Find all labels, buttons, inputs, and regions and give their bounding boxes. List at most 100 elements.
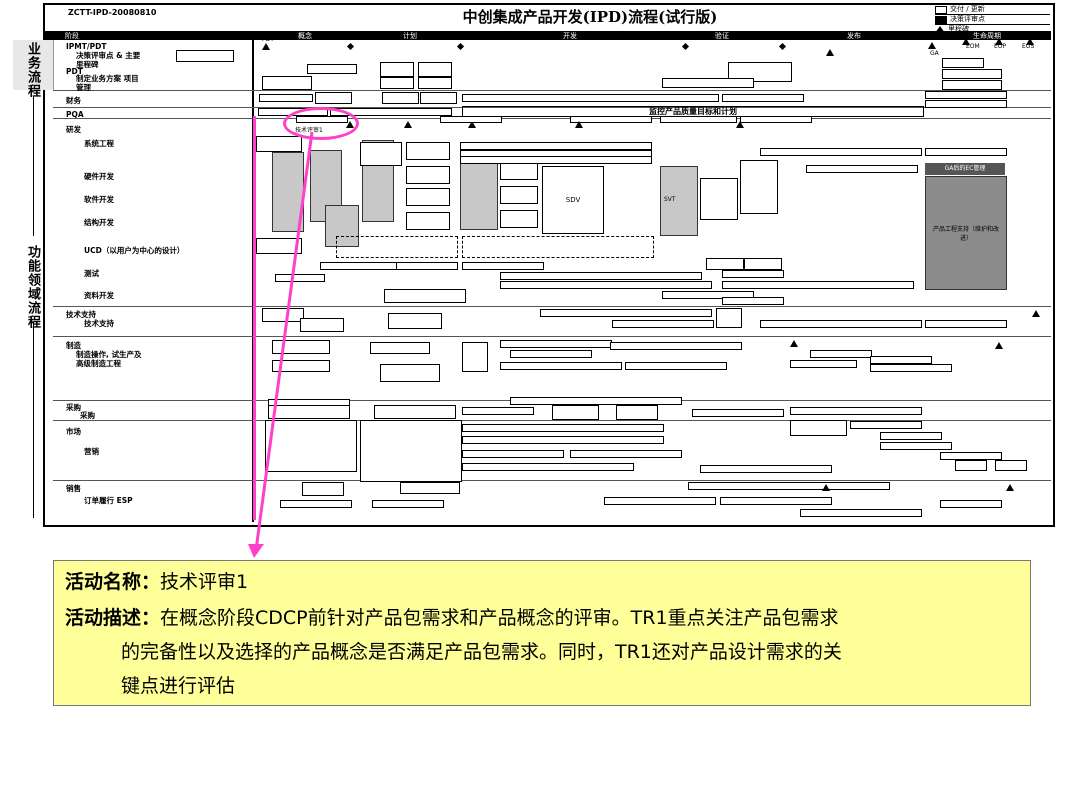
activity-box	[955, 460, 987, 471]
activity-block	[460, 162, 498, 230]
activity-box	[462, 436, 664, 444]
activity-box	[374, 405, 456, 419]
activity-desc-line3: 键点进行评估	[121, 675, 236, 697]
decision-icon	[935, 15, 947, 24]
activity-box	[384, 289, 466, 303]
row-sublabel-purchase: 采购	[80, 411, 95, 420]
activity-box	[500, 186, 538, 204]
activity-box	[688, 482, 890, 490]
activity-box	[940, 500, 1002, 508]
activity-box	[760, 320, 922, 328]
activity-name-label: 活动名称：	[65, 571, 161, 593]
activity-box	[706, 258, 744, 270]
activity-box	[462, 424, 664, 432]
activity-box	[880, 432, 942, 440]
row-separator	[53, 336, 1051, 337]
phase-concept: 概念	[298, 32, 312, 40]
activity-box	[552, 405, 599, 420]
activity-box	[870, 356, 932, 364]
milestone-eos: EOS	[1022, 43, 1035, 50]
activity-box	[406, 142, 450, 160]
activity-box	[925, 91, 1007, 99]
activity-box	[418, 62, 452, 77]
row-label-ipmt: IPMT/PDT	[66, 42, 107, 51]
activity-box	[925, 320, 1007, 328]
row-label-test: 测试	[84, 269, 99, 278]
activity-box	[942, 80, 1002, 90]
activity-box	[500, 272, 702, 280]
milestone-marker	[928, 42, 936, 49]
row-sublabel-pdt: 制定业务方案 项目管理	[76, 74, 139, 92]
row-label-ucd: UCD（以用户为中心的设计）	[84, 246, 185, 255]
row-sublabel-marketing: 营销	[84, 447, 99, 456]
activity-box	[500, 210, 538, 228]
row-label-structure: 结构开发	[84, 218, 114, 227]
activity-box	[925, 100, 1007, 108]
activity-box	[500, 281, 712, 289]
activity-box	[604, 497, 716, 505]
tr-marker	[736, 121, 744, 128]
activity-box	[396, 262, 458, 270]
flowchart-title: 中创集成产品开发(IPD)流程(试行版)	[462, 8, 718, 26]
activity-box	[462, 342, 488, 372]
activity-callout: 活动名称：技术评审1 活动描述：在概念阶段CDCP前针对产品包需求和产品概念的评…	[53, 560, 1031, 706]
activity-box	[462, 463, 634, 471]
phase-bar: 阶段 概念 计划 开发 验证 发布 生命周期	[43, 31, 1051, 40]
milestone-ga: GA	[930, 50, 939, 57]
milestone-pdt: PDT	[262, 36, 274, 43]
activity-box	[616, 405, 658, 420]
row-separator	[53, 306, 1051, 307]
activity-box	[462, 407, 534, 415]
row-separator	[53, 480, 1051, 481]
row-separator	[53, 118, 1051, 119]
activity-box	[716, 308, 742, 328]
activity-box	[460, 142, 652, 150]
activity-box	[320, 262, 397, 270]
activity-box	[360, 142, 402, 166]
activity-box	[880, 442, 952, 450]
row-label-sales: 销售	[66, 484, 81, 493]
activity-box	[722, 297, 784, 305]
activity-box	[418, 77, 452, 89]
activity-box	[307, 64, 357, 74]
phase-verify: 验证	[715, 32, 729, 40]
activity-box	[440, 116, 502, 123]
activity-box	[380, 77, 414, 89]
milestone-marker	[262, 43, 270, 50]
activity-box	[370, 342, 430, 354]
phase-launch: 发布	[847, 32, 861, 40]
document-id: ZCTT-IPD-20080810	[68, 8, 157, 17]
row-sublabel-ipmt: 决策评审点 & 主要里程碑	[76, 51, 141, 69]
activity-name: 活动名称：技术评审1	[65, 567, 248, 594]
activity-box	[540, 309, 712, 317]
activity-box	[790, 420, 847, 436]
activity-desc-label: 活动描述：	[65, 607, 161, 629]
row-sublabel-manufacturing: 制造操作, 试生产及 高级制造工程	[76, 350, 142, 368]
row-label-purchase: 采购	[66, 403, 81, 412]
row-sublabel-sales: 订单履行 ESP	[84, 496, 133, 505]
tr-marker	[404, 121, 412, 128]
activity-box	[500, 162, 538, 180]
activity-box	[722, 270, 784, 278]
activity-name-value: 技术评审1	[160, 571, 249, 593]
activity-box	[870, 364, 952, 372]
milestone-marker	[790, 340, 798, 347]
activity-box	[462, 94, 719, 102]
activity-box	[790, 407, 922, 415]
maintenance-label: 产品工程支持（维护和改进）	[932, 226, 999, 242]
activity-box	[372, 500, 444, 508]
activity-box	[740, 116, 812, 123]
activity-desc-line1: 在概念阶段CDCP前针对产品包需求和产品概念的评审。TR1重点关注产品包需求	[160, 607, 839, 629]
activity-box	[722, 94, 804, 102]
activity-box	[462, 450, 564, 458]
milestone-eom: EOM	[966, 43, 980, 50]
activity-box	[500, 362, 622, 370]
activity-box	[510, 350, 592, 358]
activity-box	[940, 452, 1002, 460]
milestone-marker	[1006, 484, 1014, 491]
activity-box	[510, 397, 682, 405]
dashed-activity	[336, 236, 458, 258]
row-label-docs: 资料开发	[84, 291, 114, 300]
activity-box	[692, 409, 784, 417]
activity-box	[388, 313, 442, 329]
